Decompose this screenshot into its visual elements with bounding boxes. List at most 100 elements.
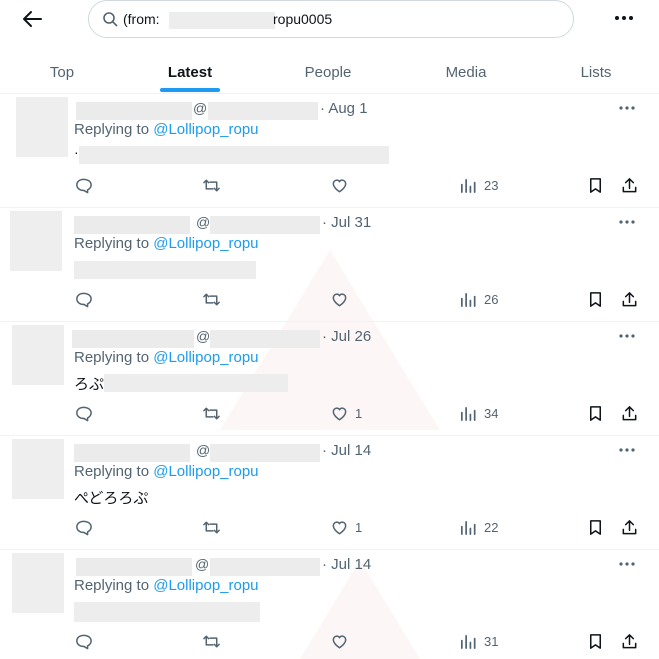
avatar[interactable] bbox=[12, 325, 64, 385]
bookmark-icon bbox=[589, 177, 602, 193]
like-button[interactable] bbox=[330, 286, 355, 312]
replying-to-handle[interactable]: @Lollipop_ropu bbox=[153, 577, 258, 594]
repost-button[interactable] bbox=[202, 514, 221, 540]
reply-icon bbox=[76, 406, 92, 421]
redacted-handle bbox=[210, 330, 320, 348]
share-button[interactable] bbox=[620, 172, 639, 198]
like-button[interactable]: 1 bbox=[330, 400, 362, 426]
handle-at-sign: @ bbox=[193, 100, 208, 116]
replying-to-label: Replying to bbox=[74, 235, 154, 252]
view-count: 34 bbox=[484, 405, 499, 421]
views-button[interactable]: 34 bbox=[459, 400, 498, 426]
views-button[interactable]: 31 bbox=[459, 628, 498, 654]
like-button[interactable]: 1 bbox=[330, 514, 362, 540]
tab-lists[interactable]: Lists bbox=[568, 50, 624, 94]
replying-to: Replying to @Lollipop_ropu bbox=[74, 463, 259, 480]
search-input[interactable]: (from: ropu0005 bbox=[88, 0, 574, 38]
replying-to-handle[interactable]: @Lollipop_ropu bbox=[153, 121, 258, 138]
heart-icon bbox=[332, 520, 347, 534]
heart-icon bbox=[332, 406, 347, 420]
replying-to-handle[interactable]: @Lollipop_ropu bbox=[153, 463, 258, 480]
reply-button[interactable] bbox=[74, 400, 93, 426]
replying-to-label: Replying to bbox=[74, 577, 154, 594]
view-count: 26 bbox=[484, 291, 499, 307]
heart-icon bbox=[332, 292, 347, 306]
views-button[interactable]: 23 bbox=[459, 172, 498, 198]
repost-button[interactable] bbox=[202, 172, 221, 198]
avatar[interactable] bbox=[12, 553, 64, 613]
more-options-button[interactable] bbox=[606, 6, 642, 30]
reply-button[interactable] bbox=[74, 172, 93, 198]
tweet[interactable]: @ · Jul 31 Replying to @Lollipop_ropu 26 bbox=[0, 208, 659, 322]
tweet-date[interactable]: · Jul 26 bbox=[322, 328, 371, 345]
search-tabs: Top Latest People Media Lists bbox=[0, 50, 659, 94]
back-button[interactable] bbox=[18, 6, 46, 32]
analytics-icon bbox=[460, 178, 476, 193]
repost-icon bbox=[203, 293, 220, 305]
tweet-date[interactable]: · Jul 14 bbox=[322, 556, 371, 573]
repost-icon bbox=[203, 635, 220, 647]
search-query-suffix: ropu0005 bbox=[273, 11, 333, 27]
repost-button[interactable] bbox=[202, 400, 221, 426]
repost-button[interactable] bbox=[202, 628, 221, 654]
replying-to-label: Replying to bbox=[74, 463, 154, 480]
tweet-more-button[interactable] bbox=[612, 554, 642, 574]
views-button[interactable]: 26 bbox=[459, 286, 498, 312]
tweet-more-button[interactable] bbox=[612, 440, 642, 460]
views-button[interactable]: 22 bbox=[459, 514, 498, 540]
tweet[interactable]: @ · Jul 14 Replying to @Lollipop_ropu 31 bbox=[0, 550, 659, 659]
avatar[interactable] bbox=[10, 211, 62, 271]
tweet-date[interactable]: · Aug 1 bbox=[320, 100, 368, 117]
tweet-body bbox=[74, 260, 256, 280]
replying-to-handle[interactable]: @Lollipop_ropu bbox=[153, 349, 258, 366]
tweet-date[interactable]: · Jul 14 bbox=[322, 442, 371, 459]
avatar[interactable] bbox=[12, 439, 64, 499]
like-button[interactable] bbox=[330, 172, 355, 198]
bookmark-icon bbox=[589, 519, 602, 535]
share-icon bbox=[622, 177, 637, 192]
repost-button[interactable] bbox=[202, 286, 221, 312]
like-button[interactable] bbox=[330, 628, 355, 654]
reply-button[interactable] bbox=[74, 628, 93, 654]
tweet-text: ぺどろろぷ bbox=[74, 489, 149, 507]
more-dots-icon bbox=[619, 448, 635, 452]
tweet[interactable]: @ · Jul 26 Replying to @Lollipop_ropu ろぷ… bbox=[0, 322, 659, 436]
tab-media[interactable]: Media bbox=[430, 50, 502, 94]
share-button[interactable] bbox=[620, 286, 639, 312]
tweet-actions: 1 22 bbox=[0, 514, 659, 540]
redacted-display-name bbox=[76, 102, 192, 120]
avatar[interactable] bbox=[16, 97, 68, 157]
tweet-date[interactable]: · Jul 31 bbox=[322, 214, 371, 231]
tweet-more-button[interactable] bbox=[612, 98, 642, 118]
tweet[interactable]: @ · Aug 1 Replying to @Lollipop_ropu · 2… bbox=[0, 94, 659, 208]
tab-people[interactable]: People bbox=[290, 50, 366, 94]
redacted-handle bbox=[210, 558, 320, 576]
bookmark-button[interactable] bbox=[586, 286, 605, 312]
bookmark-button[interactable] bbox=[586, 172, 605, 198]
replying-to: Replying to @Lollipop_ropu bbox=[74, 121, 259, 138]
tweet-more-button[interactable] bbox=[612, 212, 642, 232]
tab-top[interactable]: Top bbox=[30, 50, 94, 94]
reply-button[interactable] bbox=[74, 286, 93, 312]
share-button[interactable] bbox=[620, 400, 639, 426]
share-icon bbox=[622, 405, 637, 420]
share-button[interactable] bbox=[620, 628, 639, 654]
tweet-more-button[interactable] bbox=[612, 326, 642, 346]
bookmark-button[interactable] bbox=[586, 628, 605, 654]
repost-icon bbox=[203, 407, 220, 419]
more-dots-icon bbox=[619, 562, 635, 566]
bookmark-button[interactable] bbox=[586, 514, 605, 540]
more-dots-icon bbox=[619, 334, 635, 338]
reply-button[interactable] bbox=[74, 514, 93, 540]
search-query-prefix: (from: bbox=[123, 11, 160, 27]
tweet-body: ぺどろろぷ bbox=[74, 487, 148, 507]
tweet-actions: 23 bbox=[0, 172, 659, 198]
tweet[interactable]: @ · Jul 14 Replying to @Lollipop_ropu ぺど… bbox=[0, 436, 659, 550]
share-button[interactable] bbox=[620, 514, 639, 540]
replying-to-handle[interactable]: @Lollipop_ropu bbox=[153, 235, 258, 252]
tweet-body: ろぷ bbox=[74, 373, 289, 393]
bookmark-button[interactable] bbox=[586, 400, 605, 426]
reply-icon bbox=[76, 520, 92, 535]
analytics-icon bbox=[460, 292, 476, 307]
replying-to: Replying to @Lollipop_ropu bbox=[74, 577, 259, 594]
